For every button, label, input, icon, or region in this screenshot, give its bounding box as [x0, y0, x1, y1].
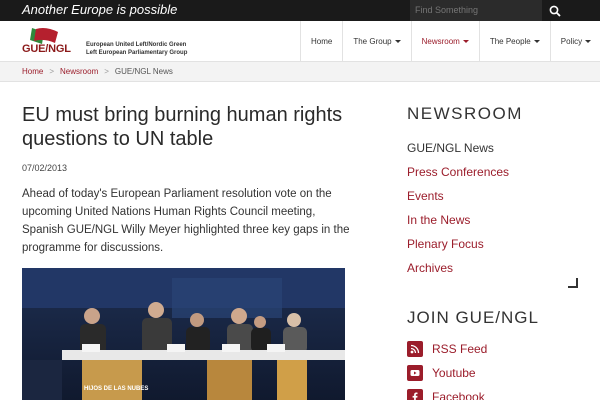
sidebar-item-archives[interactable]: Archives: [407, 256, 509, 280]
sidebar-item-press-conferences[interactable]: Press Conferences: [407, 160, 509, 184]
logo-text: GUE/NGL: [22, 43, 71, 55]
nav-label: The People: [489, 37, 531, 46]
sidebar-heading: NEWSROOM: [407, 104, 523, 123]
article-date: 07/02/2013: [22, 163, 68, 173]
breadcrumb-separator: >: [104, 67, 109, 76]
nav-the-group[interactable]: The Group: [342, 21, 410, 62]
breadcrumb-current: GUE/NGL News: [114, 67, 173, 76]
breadcrumb: Home > Newsroom > GUE/NGL News: [0, 62, 600, 82]
sidebar-item-events[interactable]: Events: [407, 184, 509, 208]
main-nav: Home The Group Newsroom The People Polic…: [300, 21, 600, 62]
breadcrumb-separator: >: [49, 67, 55, 76]
rss-icon: [407, 341, 423, 357]
breadcrumb-home[interactable]: Home: [22, 67, 43, 76]
logo-subtitle: European United Left/Nordic Green Left E…: [86, 42, 188, 56]
article-lead: Ahead of today's European Parliament res…: [22, 188, 350, 254]
nav-the-people[interactable]: The People: [478, 21, 550, 62]
corner-bracket-icon: [568, 278, 578, 288]
poster-text: HIJOS DE LAS NUBES: [84, 386, 148, 392]
search-button[interactable]: [543, 0, 567, 21]
social-label: RSS Feed: [432, 342, 488, 356]
site-tagline: Another Europe is possible: [22, 2, 178, 17]
page-title: EU must bring burning human rights quest…: [22, 104, 343, 150]
search-icon: [549, 5, 561, 17]
nav-home[interactable]: Home: [300, 21, 342, 62]
chevron-down-icon: [585, 40, 592, 44]
nav-policy[interactable]: Policy: [549, 21, 600, 62]
chevron-down-icon: [394, 40, 401, 44]
sidebar-item-in-the-news[interactable]: In the News: [407, 208, 509, 232]
site-header: GUE/NGL European United Left/Nordic Gree…: [0, 21, 600, 62]
article-photo: HIJOS DE LAS NUBES: [22, 268, 345, 400]
top-bar: Another Europe is possible: [0, 0, 600, 21]
social-facebook-link[interactable]: Facebook: [407, 385, 487, 400]
join-heading: JOIN GUE/NGL: [407, 308, 539, 327]
sidebar-item-plenary-focus[interactable]: Plenary Focus: [407, 232, 509, 256]
sidebar-list: GUE/NGL News Press Conferences Events In…: [407, 136, 509, 280]
nav-newsroom[interactable]: Newsroom: [410, 21, 479, 62]
nav-label: Newsroom: [421, 37, 460, 46]
social-links: RSS Feed Youtube Facebook: [407, 337, 487, 400]
chevron-down-icon: [533, 40, 540, 44]
social-label: Facebook: [432, 390, 485, 400]
nav-label: The Group: [353, 37, 392, 46]
social-youtube-link[interactable]: Youtube: [407, 361, 487, 385]
sidebar-item-guengl-news[interactable]: GUE/NGL News: [407, 136, 509, 160]
nav-label: Policy: [560, 37, 583, 46]
social-label: Youtube: [432, 366, 476, 380]
facebook-icon: [407, 389, 423, 400]
social-rss-link[interactable]: RSS Feed: [407, 337, 487, 361]
youtube-icon: [407, 365, 423, 381]
chevron-down-icon: [462, 40, 469, 44]
breadcrumb-newsroom[interactable]: Newsroom: [60, 67, 98, 76]
search-input[interactable]: [410, 0, 542, 21]
nav-label: Home: [311, 37, 333, 46]
